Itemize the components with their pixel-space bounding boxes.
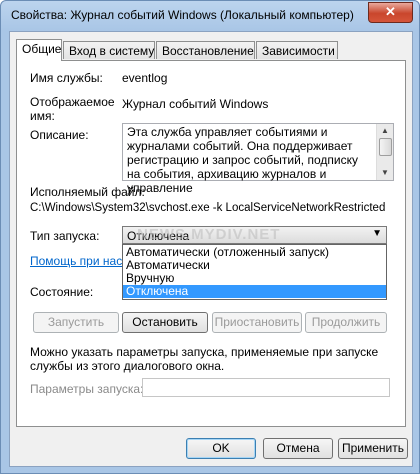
arrow-up-icon[interactable]: ▲ (379, 125, 391, 137)
start-params-label: Параметры запуска: (30, 382, 144, 396)
display-name-value: Журнал событий Windows (122, 97, 269, 111)
chevron-down-icon[interactable]: ▼ (372, 228, 382, 239)
startup-option-selected[interactable]: Отключена (123, 285, 386, 298)
description-text: Эта служба управляет событиями и журнала… (127, 125, 358, 195)
resume-button[interactable]: Продолжить (305, 312, 387, 333)
tab-dependencies[interactable]: Зависимости (256, 41, 338, 59)
tab-general[interactable]: Общие (16, 39, 62, 61)
tab-recovery[interactable]: Восстановление (156, 41, 255, 59)
window-title: Свойства: Журнал событий Windows (Локаль… (11, 8, 354, 22)
executable-label: Исполняемый файл: (30, 185, 145, 199)
service-name-label: Имя службы: (30, 71, 103, 85)
hint-text-line1: Можно указать параметры запуска, применя… (30, 345, 379, 359)
close-button[interactable]: ✕ (368, 2, 413, 23)
status-label: Состояние: (30, 285, 94, 299)
description-scrollbar[interactable]: ▲ ▼ (376, 124, 393, 180)
properties-window: Свойства: Журнал событий Windows (Локаль… (0, 0, 420, 474)
watermark: NEWS.MYDIV.NET (137, 226, 281, 243)
display-name-label-line2: имя: (30, 109, 55, 123)
scroll-thumb[interactable] (379, 138, 392, 156)
tab-logon[interactable]: Вход в систему (63, 41, 155, 59)
hint-text-line2: службы из этого диалогового окна. (30, 359, 225, 373)
arrow-down-icon[interactable]: ▼ (379, 167, 391, 179)
executable-path: C:\Windows\System32\svchost.exe -k Local… (30, 202, 386, 214)
start-button[interactable]: Запустить (33, 312, 119, 333)
startup-type-label: Тип запуска: (30, 229, 100, 243)
start-params-input[interactable] (142, 378, 390, 397)
description-box[interactable]: Эта служба управляет событиями и журнала… (122, 123, 394, 195)
ok-button[interactable]: OK (186, 438, 256, 459)
title-bar[interactable]: Свойства: Журнал событий Windows (Локаль… (1, 1, 419, 29)
close-icon: ✕ (385, 4, 396, 19)
cancel-button[interactable]: Отмена (263, 438, 333, 459)
pause-button[interactable]: Приостановить (212, 312, 302, 333)
stop-button[interactable]: Остановить (122, 312, 208, 333)
help-link[interactable]: Помощь при наст (30, 254, 128, 268)
apply-button[interactable]: Применить (338, 438, 408, 459)
startup-type-dropdown: Автоматически (отложенный запуск) Автома… (122, 244, 387, 300)
service-name-value: eventlog (122, 71, 168, 85)
description-label: Описание: (30, 128, 89, 142)
dialog-client-area: Общие Вход в систему Восстановление Зави… (9, 31, 413, 467)
general-tab-panel: Имя службы: eventlog Отображаемое имя: Ж… (16, 60, 406, 427)
display-name-label: Отображаемое (30, 95, 115, 109)
